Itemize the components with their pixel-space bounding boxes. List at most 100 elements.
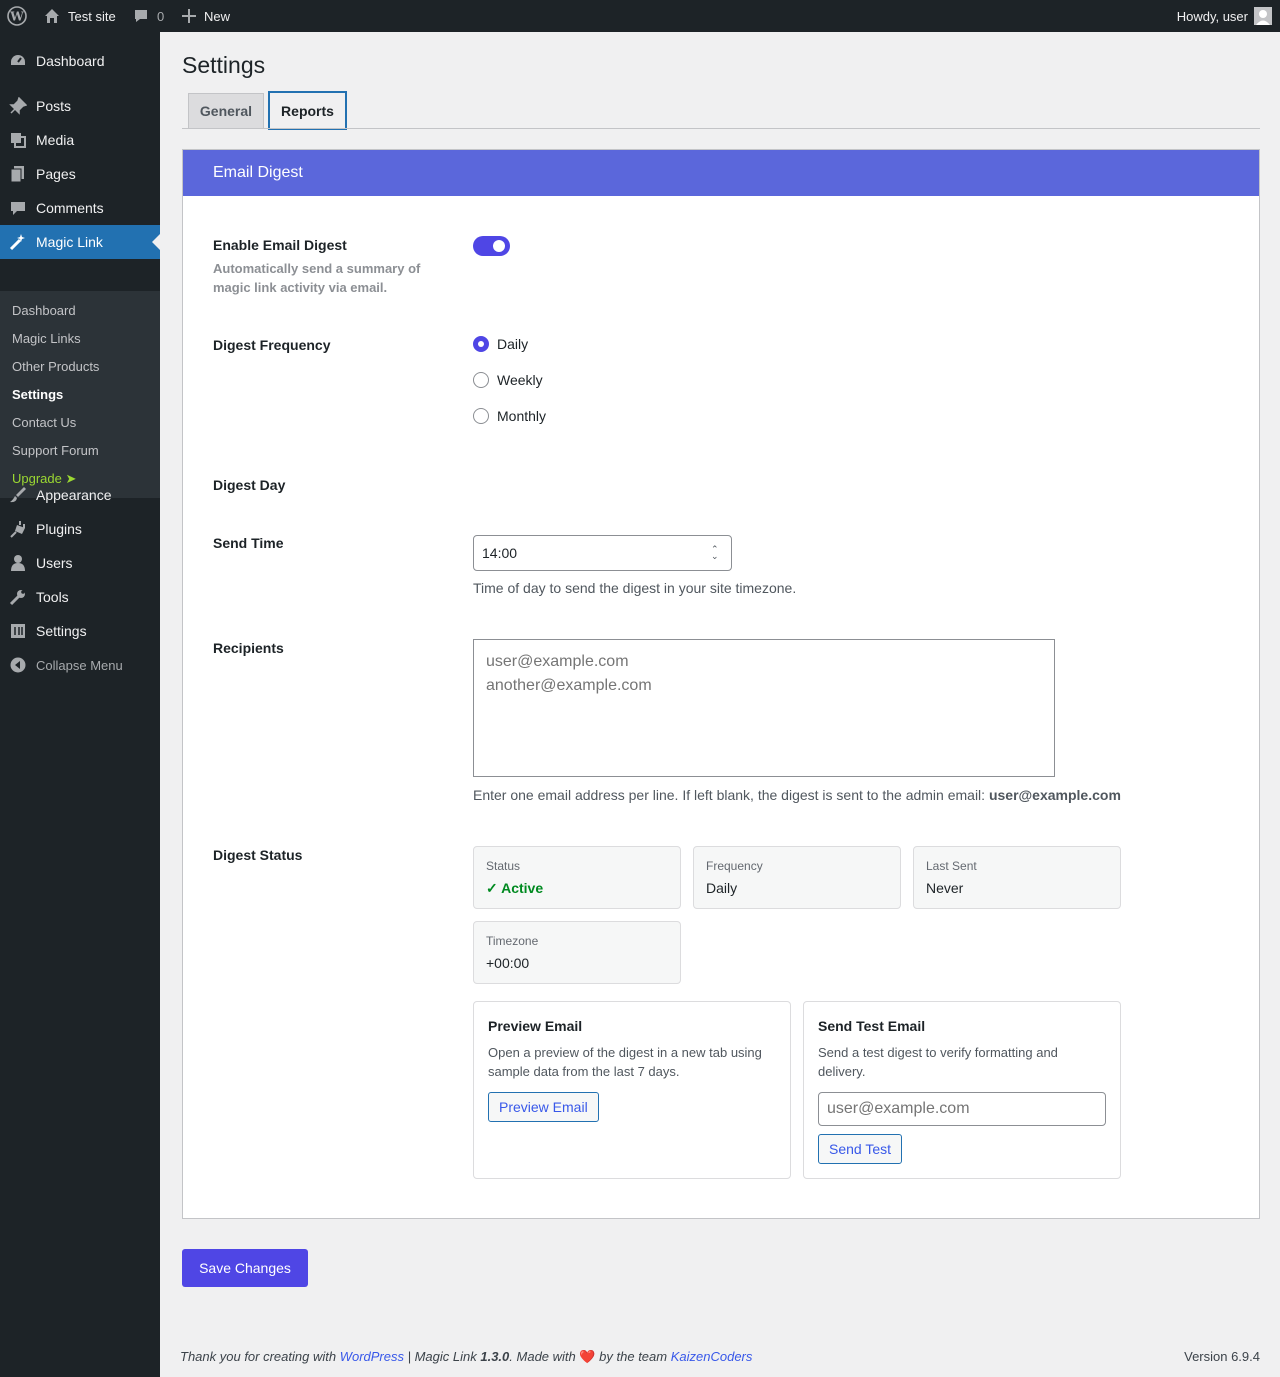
wordpress-logo-icon[interactable]: W: [7, 0, 27, 32]
wand-icon: [8, 233, 28, 251]
collapse-icon: [8, 656, 28, 674]
section-header: Email Digest: [183, 150, 1259, 196]
stat-value: ✓ Active: [486, 880, 544, 896]
recipients-help: Enter one email address per line. If lef…: [473, 787, 1121, 803]
home-icon: [45, 9, 59, 23]
submenu-contact-us[interactable]: Contact Us: [12, 415, 76, 430]
menu-tools[interactable]: Tools: [0, 580, 160, 614]
settings-icon: [8, 622, 28, 640]
menu-label: Tools: [36, 589, 69, 605]
plus-icon: [182, 9, 196, 23]
admin-sidebar: Dashboard Posts Media Pages Comments Mag…: [0, 32, 160, 1377]
frequency-monthly-option[interactable]: Monthly: [473, 408, 546, 424]
radio-monthly[interactable]: [473, 408, 489, 424]
submenu-dashboard[interactable]: Dashboard: [12, 303, 76, 318]
plugin-icon: [8, 520, 28, 538]
stat-key: Timezone: [486, 934, 539, 948]
enable-digest-toggle[interactable]: [473, 236, 510, 256]
stat-value: +00:00: [486, 955, 530, 971]
new-content-link[interactable]: New: [182, 0, 230, 32]
preview-description: Open a preview of the digest in a new ta…: [488, 1045, 762, 1079]
stat-value: Daily: [706, 880, 738, 896]
recipients-label: Recipients: [213, 640, 284, 656]
user-icon: [8, 554, 28, 572]
menu-collapse[interactable]: Collapse Menu: [0, 648, 160, 682]
wordpress-link[interactable]: WordPress: [340, 1349, 404, 1364]
footer-by: by the team: [595, 1349, 671, 1364]
radio-weekly[interactable]: [473, 372, 489, 388]
menu-pages[interactable]: Pages: [0, 157, 160, 191]
stat-value: Never: [926, 880, 964, 896]
save-changes-button[interactable]: Save Changes: [182, 1249, 308, 1287]
send-time-input[interactable]: [473, 535, 732, 571]
submenu-settings[interactable]: Settings: [12, 387, 63, 402]
wrench-icon: [8, 588, 28, 606]
kaizencoders-link[interactable]: KaizenCoders: [671, 1349, 753, 1364]
send-test-email-panel: Send Test Email Send a test digest to ve…: [803, 1001, 1121, 1179]
menu-label: Plugins: [36, 521, 82, 537]
enable-digest-description: Automatically send a summary of magic li…: [213, 261, 421, 295]
stat-last-sent: Last Sent Never: [913, 846, 1121, 909]
menu-label: Dashboard: [36, 53, 105, 69]
email-digest-card: Email Digest Enable Email Digest Automat…: [182, 149, 1260, 1219]
digest-frequency-label: Digest Frequency: [213, 337, 331, 353]
send-test-button[interactable]: Send Test: [818, 1134, 903, 1164]
test-email-input[interactable]: [818, 1092, 1106, 1126]
dashboard-icon: [8, 52, 28, 70]
radio-label: Weekly: [497, 372, 543, 388]
menu-label: Magic Link: [36, 234, 103, 250]
time-spinner-icon[interactable]: ⌃ ⌄: [711, 545, 719, 561]
submenu-magic-links[interactable]: Magic Links: [12, 331, 81, 346]
tab-general[interactable]: General: [188, 93, 264, 129]
test-title: Send Test Email: [818, 1018, 926, 1034]
tab-reports[interactable]: Reports: [268, 91, 347, 130]
menu-settings[interactable]: Settings: [0, 614, 160, 648]
menu-plugins[interactable]: Plugins: [0, 512, 160, 546]
frequency-weekly-option[interactable]: Weekly: [473, 372, 543, 388]
menu-label: Settings: [36, 623, 87, 639]
stat-timezone: Timezone +00:00: [473, 921, 681, 984]
radio-label: Monthly: [497, 408, 547, 424]
menu-dashboard[interactable]: Dashboard: [0, 44, 160, 78]
new-label: New: [204, 8, 231, 24]
menu-label: Pages: [36, 166, 76, 182]
frequency-daily-option[interactable]: Daily: [473, 336, 528, 352]
comment-icon: [135, 10, 147, 22]
menu-appearance[interactable]: Appearance: [0, 478, 160, 512]
footer-thanks: Thank you for creating with: [180, 1349, 340, 1364]
submenu-support-forum[interactable]: Support Forum: [12, 443, 99, 458]
menu-label: Appearance: [36, 487, 112, 503]
howdy-text: Howdy, user: [1176, 8, 1248, 24]
menu-label: Collapse Menu: [36, 657, 123, 673]
recipients-help-text: Enter one email address per line. If lef…: [473, 787, 989, 803]
footer-made: . Made with: [509, 1349, 580, 1364]
comment-icon: [8, 199, 28, 217]
avatar: [1254, 7, 1272, 25]
enable-digest-label: Enable Email Digest: [213, 237, 347, 253]
comments-link[interactable]: 0: [133, 0, 164, 32]
stat-key: Status: [486, 859, 521, 873]
menu-posts[interactable]: Posts: [0, 89, 160, 123]
preview-email-panel: Preview Email Open a preview of the dige…: [473, 1001, 791, 1179]
radio-daily[interactable]: [473, 336, 489, 352]
menu-magic-link[interactable]: Magic Link: [0, 225, 160, 259]
stat-key: Frequency: [706, 859, 763, 873]
brush-icon: [8, 486, 28, 504]
admin-email: user@example.com: [988, 787, 1121, 803]
menu-comments[interactable]: Comments: [0, 191, 160, 225]
section-title: Email Digest: [213, 164, 303, 181]
stat-frequency: Frequency Daily: [693, 846, 901, 909]
submenu-other-products[interactable]: Other Products: [12, 359, 99, 374]
user-account-link[interactable]: Howdy, user: [1177, 0, 1272, 32]
recipients-textarea[interactable]: [473, 639, 1055, 777]
menu-users[interactable]: Users: [0, 546, 160, 580]
site-name: Test site: [68, 8, 116, 24]
send-time-label: Send Time: [213, 535, 284, 551]
comments-count: 0: [157, 8, 165, 24]
preview-email-button[interactable]: Preview Email: [488, 1092, 599, 1122]
site-home-link[interactable]: Test site: [44, 0, 116, 32]
menu-media[interactable]: Media: [0, 123, 160, 157]
pages-icon: [8, 165, 28, 183]
admin-bar: W Test site 0 New Howdy, user: [0, 0, 1280, 32]
test-description: Send a test digest to verify formatting …: [818, 1045, 1058, 1079]
